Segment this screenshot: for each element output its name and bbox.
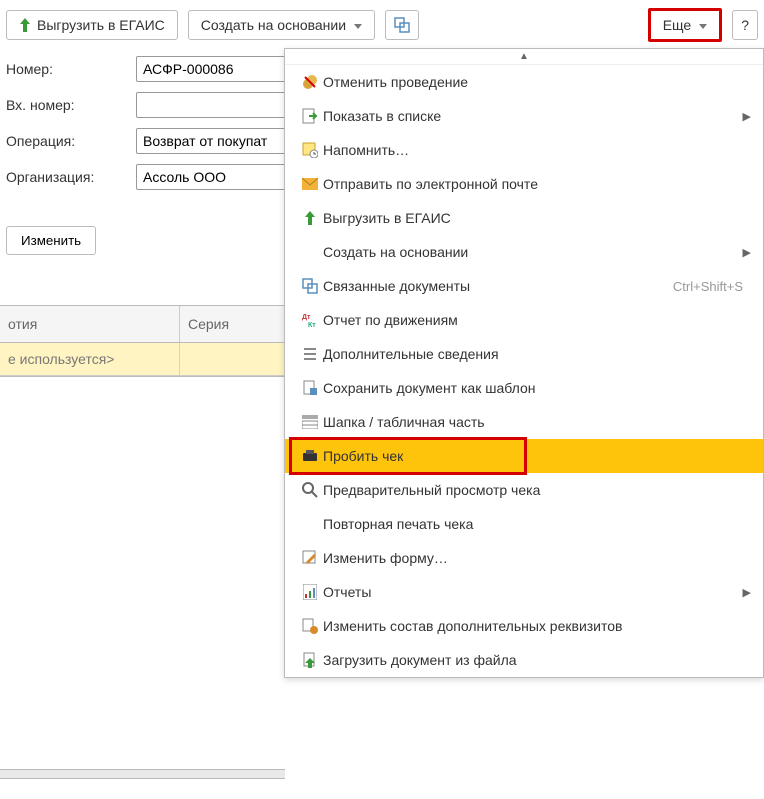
dtkt-icon: ДтКт	[297, 312, 323, 328]
menu-remind[interactable]: Напомнить…	[285, 133, 763, 167]
toolbar: Выгрузить в ЕГАИС Создать на основании Е…	[0, 0, 764, 50]
form-edit-icon	[297, 550, 323, 566]
menu-preview-receipt[interactable]: Предварительный просмотр чека	[285, 473, 763, 507]
svg-text:Кт: Кт	[308, 322, 316, 328]
list-arrow-icon	[297, 108, 323, 124]
menu-send-email[interactable]: Отправить по электронной почте	[285, 167, 763, 201]
number-field[interactable]	[136, 56, 286, 82]
envelope-icon	[297, 178, 323, 190]
create-based-button[interactable]: Создать на основании	[188, 10, 375, 40]
header-table-icon	[297, 415, 323, 429]
menu-movements-report[interactable]: ДтКт Отчет по движениям	[285, 303, 763, 337]
more-button[interactable]: Еще	[648, 8, 723, 42]
menu-reports[interactable]: Отчеты ▶	[285, 575, 763, 609]
in-number-label: Вх. номер:	[6, 97, 136, 113]
menu-show-in-list[interactable]: Показать в списке ▶	[285, 99, 763, 133]
shortcut-text: Ctrl+Shift+S	[673, 279, 751, 294]
cash-register-icon	[297, 449, 323, 463]
coins-cancel-icon	[297, 74, 323, 90]
gear-list-icon	[297, 618, 323, 634]
report-icon	[297, 584, 323, 600]
org-field[interactable]	[136, 164, 286, 190]
menu-header-table[interactable]: Шапка / табличная часть	[285, 405, 763, 439]
grid-cell	[180, 343, 290, 375]
org-label: Организация:	[6, 169, 136, 185]
menu-change-form[interactable]: Изменить форму…	[285, 541, 763, 575]
menu-change-extra-fields[interactable]: Изменить состав дополнительных реквизито…	[285, 609, 763, 643]
list-icon	[297, 347, 323, 361]
import-file-icon	[297, 652, 323, 668]
more-label: Еще	[663, 17, 692, 33]
change-label: Изменить	[21, 233, 81, 248]
menu-print-receipt[interactable]: Пробить чек	[285, 439, 763, 473]
number-label: Номер:	[6, 61, 136, 77]
chevron-right-icon: ▶	[735, 110, 751, 123]
operation-field[interactable]	[136, 128, 286, 154]
menu-reprint-receipt[interactable]: Повторная печать чека	[285, 507, 763, 541]
menu-save-template[interactable]: Сохранить документ как шаблон	[285, 371, 763, 405]
more-menu: ▲ Отменить проведение Показать в списке …	[284, 48, 764, 678]
link-docs-button[interactable]	[385, 10, 419, 40]
arrow-up-icon	[297, 211, 323, 225]
change-button[interactable]: Изменить	[6, 226, 96, 255]
create-based-label: Создать на основании	[201, 17, 346, 33]
menu-linked-docs[interactable]: Связанные документы Ctrl+Shift+S	[285, 269, 763, 303]
scroll-up-icon[interactable]: ▲	[285, 49, 763, 65]
link-docs-icon	[394, 17, 410, 33]
chevron-down-icon	[352, 17, 362, 33]
chevron-down-icon	[697, 17, 707, 33]
upload-egais-button[interactable]: Выгрузить в ЕГАИС	[6, 10, 178, 40]
save-doc-icon	[297, 380, 323, 396]
grid-col2-header[interactable]: Серия	[180, 306, 290, 342]
grid-col1-header[interactable]: отия	[0, 306, 180, 342]
menu-upload-egais[interactable]: Выгрузить в ЕГАИС	[285, 201, 763, 235]
menu-create-based[interactable]: Создать на основании ▶	[285, 235, 763, 269]
arrow-up-icon	[19, 18, 31, 32]
note-clock-icon	[297, 142, 323, 158]
chevron-right-icon: ▶	[735, 586, 751, 599]
svg-text:Дт: Дт	[302, 314, 311, 321]
menu-load-from-file[interactable]: Загрузить документ из файла	[285, 643, 763, 677]
link-docs-icon	[297, 278, 323, 294]
menu-cancel-posting[interactable]: Отменить проведение	[285, 65, 763, 99]
help-label: ?	[741, 17, 749, 33]
grid-cell: е используется>	[0, 343, 180, 375]
upload-egais-label: Выгрузить в ЕГАИС	[37, 17, 165, 33]
in-number-field[interactable]	[136, 92, 286, 118]
help-button[interactable]: ?	[732, 10, 758, 40]
status-bar	[0, 769, 285, 779]
operation-label: Операция:	[6, 133, 136, 149]
menu-extra-info[interactable]: Дополнительные сведения	[285, 337, 763, 371]
chevron-right-icon: ▶	[735, 246, 751, 259]
magnifier-icon	[297, 482, 323, 498]
